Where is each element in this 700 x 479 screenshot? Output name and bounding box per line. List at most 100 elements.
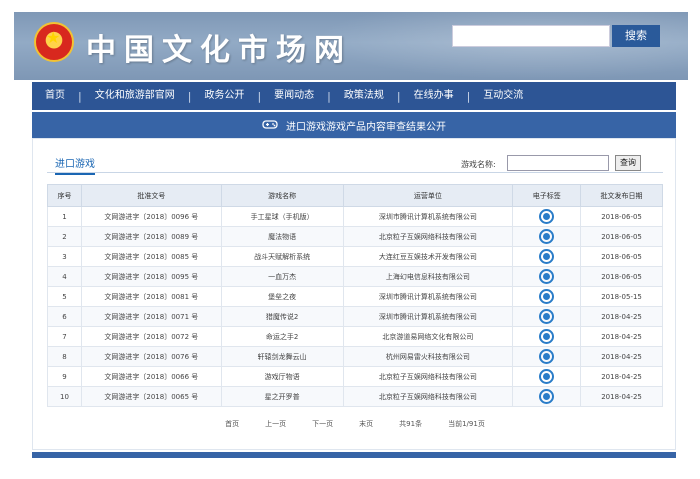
e-label-cell bbox=[512, 226, 582, 247]
pager-first[interactable]: 首页 bbox=[225, 419, 239, 429]
game-name: 一血万杰 bbox=[220, 266, 344, 287]
e-label-seal-icon[interactable] bbox=[539, 249, 555, 264]
game-name-input[interactable] bbox=[507, 155, 609, 171]
game-name: 战斗天赋解析系统 bbox=[220, 246, 344, 267]
row-index: 1 bbox=[47, 206, 82, 227]
pager-current: 当前1/91页 bbox=[448, 420, 485, 428]
table-row: 4 文网游进字〔2018〕0095 号一血万杰 上海幻电信息科技有限公司 2018-0… bbox=[47, 266, 663, 287]
col-approval-number: 批准文号 bbox=[80, 184, 222, 207]
nav-interaction[interactable]: 互动交流 bbox=[470, 82, 536, 110]
approval-number: 文网游进字〔2018〕0065 号 bbox=[80, 386, 222, 407]
col-publish-date: 批文发布日期 bbox=[580, 184, 663, 207]
operator-name: 杭州网易雷火科技有限公司 bbox=[342, 346, 514, 367]
publish-date: 2018-06-05 bbox=[580, 246, 663, 267]
game-name: 魔法物语 bbox=[220, 226, 344, 247]
nav-home[interactable]: 首页 bbox=[32, 82, 78, 110]
nav-online-services[interactable]: 在线办事 bbox=[401, 82, 467, 110]
approval-number: 文网游进字〔2018〕0096 号 bbox=[80, 206, 222, 227]
e-label-seal-icon[interactable] bbox=[539, 229, 555, 244]
row-index: 7 bbox=[47, 326, 82, 347]
row-index: 10 bbox=[47, 386, 82, 407]
game-name: 堡垒之夜 bbox=[220, 286, 344, 307]
publish-date: 2018-04-25 bbox=[580, 326, 663, 347]
row-index: 6 bbox=[47, 306, 82, 327]
pager-last[interactable]: 末页 bbox=[359, 419, 373, 429]
publish-date: 2018-04-25 bbox=[580, 306, 663, 327]
pager-prev[interactable]: 上一页 bbox=[265, 419, 286, 429]
col-game-name: 游戏名称 bbox=[220, 184, 344, 207]
operator-name: 北京粒子互娱网络科技有限公司 bbox=[342, 366, 514, 387]
main-nav: 首页 | 文化和旅游部官网 | 政务公开 | 要闻动态 | 政策法规 | 在线办… bbox=[32, 82, 676, 110]
national-emblem-icon: ★ bbox=[34, 22, 74, 62]
row-index: 9 bbox=[47, 366, 82, 387]
game-name: 游戏厅物语 bbox=[220, 366, 344, 387]
e-label-cell bbox=[512, 286, 582, 307]
row-index: 4 bbox=[47, 266, 82, 287]
nav-policies[interactable]: 政策法规 bbox=[331, 82, 397, 110]
table-row: 7 文网游进字〔2018〕0072 号命运之手2 北京游道易网络文化有限公司 2018… bbox=[47, 326, 663, 347]
search-button[interactable]: 搜索 bbox=[612, 25, 660, 47]
e-label-cell bbox=[512, 266, 582, 287]
publish-date: 2018-06-05 bbox=[580, 206, 663, 227]
approval-number: 文网游进字〔2018〕0085 号 bbox=[80, 246, 222, 267]
operator-name: 北京粒子互娱网络科技有限公司 bbox=[342, 226, 514, 247]
site-banner: ★ 中国文化市场网 搜索 bbox=[14, 12, 688, 80]
e-label-seal-icon[interactable] bbox=[539, 369, 555, 384]
approval-number: 文网游进字〔2018〕0072 号 bbox=[80, 326, 222, 347]
operator-name: 北京游道易网络文化有限公司 bbox=[342, 326, 514, 347]
search-input[interactable] bbox=[452, 25, 610, 47]
col-operator: 运营单位 bbox=[342, 184, 514, 207]
section-title-bar: 进口游戏游戏产品内容审查结果公开 bbox=[32, 112, 676, 138]
site-frame: ★ 中国文化市场网 搜索 首页 | 文化和旅游部官网 | 政务公开 | 要闻动态… bbox=[14, 12, 688, 466]
e-label-cell bbox=[512, 346, 582, 367]
e-label-seal-icon[interactable] bbox=[539, 349, 555, 364]
e-label-seal-icon[interactable] bbox=[539, 389, 555, 404]
table-row: 2 文网游进字〔2018〕0089 号魔法物语 北京粒子互娱网络科技有限公司 2018… bbox=[47, 226, 663, 247]
game-name: 命运之手2 bbox=[220, 326, 344, 347]
operator-name: 深圳市腾讯计算机系统有限公司 bbox=[342, 206, 514, 227]
footer-strip bbox=[32, 452, 676, 458]
approval-number: 文网游进字〔2018〕0081 号 bbox=[80, 286, 222, 307]
game-name: 手工星球（手机版） bbox=[220, 206, 344, 227]
tab-divider bbox=[47, 172, 663, 173]
e-label-seal-icon[interactable] bbox=[539, 289, 555, 304]
section-title: 进口游戏游戏产品内容审查结果公开 bbox=[286, 121, 446, 133]
table-row: 10 文网游进字〔2018〕0065 号星之开罗普 北京粒子互娱网络科技有限公司 20… bbox=[47, 386, 663, 407]
pager-next[interactable]: 下一页 bbox=[312, 419, 333, 429]
e-label-seal-icon[interactable] bbox=[539, 329, 555, 344]
gamepad-icon bbox=[262, 118, 278, 133]
e-label-cell bbox=[512, 246, 582, 267]
pagination: 首页 上一页 下一页 末页 共91条 当前1/91页 bbox=[33, 419, 677, 429]
e-label-cell bbox=[512, 206, 582, 227]
e-label-cell bbox=[512, 386, 582, 407]
e-label-seal-icon[interactable] bbox=[539, 309, 555, 324]
game-name: 轩辕剑龙舞云山 bbox=[220, 346, 344, 367]
row-index: 2 bbox=[47, 226, 82, 247]
approval-number: 文网游进字〔2018〕0089 号 bbox=[80, 226, 222, 247]
table-row: 9 文网游进字〔2018〕0066 号游戏厅物语 北京粒子互娱网络科技有限公司 201… bbox=[47, 366, 663, 387]
e-label-cell bbox=[512, 366, 582, 387]
table-header-row: 序号 批准文号 游戏名称 运营单位 电子标签 批文发布日期 bbox=[47, 184, 663, 207]
publish-date: 2018-06-05 bbox=[580, 266, 663, 287]
e-label-cell bbox=[512, 306, 582, 327]
results-table: 序号 批准文号 游戏名称 运营单位 电子标签 批文发布日期 1 文网游进字〔201… bbox=[47, 184, 663, 407]
publish-date: 2018-06-05 bbox=[580, 226, 663, 247]
e-label-seal-icon[interactable] bbox=[539, 209, 555, 224]
table-row: 6 文网游进字〔2018〕0071 号猎魔传说2 深圳市腾讯计算机系统有限公司 201… bbox=[47, 306, 663, 327]
game-name: 猎魔传说2 bbox=[220, 306, 344, 327]
approval-number: 文网游进字〔2018〕0066 号 bbox=[80, 366, 222, 387]
approval-number: 文网游进字〔2018〕0076 号 bbox=[80, 346, 222, 367]
e-label-seal-icon[interactable] bbox=[539, 269, 555, 284]
approval-number: 文网游进字〔2018〕0071 号 bbox=[80, 306, 222, 327]
nav-ministry-site[interactable]: 文化和旅游部官网 bbox=[82, 82, 188, 110]
content-panel: 进口游戏 游戏名称: 查询 序号 批准文号 游戏名称 运营单位 电子标签 批文发… bbox=[32, 138, 676, 450]
e-label-cell bbox=[512, 326, 582, 347]
game-name: 星之开罗普 bbox=[220, 386, 344, 407]
nav-news[interactable]: 要闻动态 bbox=[261, 82, 327, 110]
operator-name: 北京粒子互娱网络科技有限公司 bbox=[342, 386, 514, 407]
table-row: 1 文网游进字〔2018〕0096 号手工星球（手机版） 深圳市腾讯计算机系统有限公… bbox=[47, 206, 663, 227]
row-index: 5 bbox=[47, 286, 82, 307]
nav-government-affairs[interactable]: 政务公开 bbox=[191, 82, 257, 110]
row-index: 3 bbox=[47, 246, 82, 267]
query-button[interactable]: 查询 bbox=[615, 155, 641, 171]
